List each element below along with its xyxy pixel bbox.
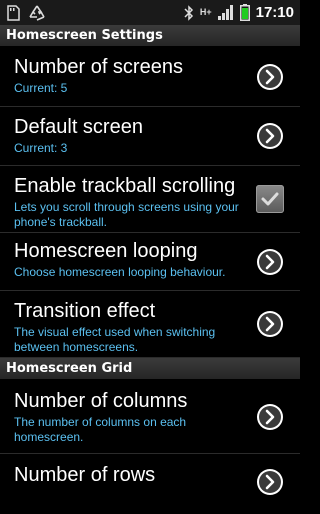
chevron-right-icon — [257, 123, 283, 149]
pref-number-of-columns[interactable]: Number of columns The number of columns … — [0, 380, 300, 454]
chevron-right-icon — [257, 248, 283, 275]
pref-transition-effect[interactable]: Transition effect The visual effect used… — [0, 291, 300, 358]
section-header-homescreen-grid: Homescreen Grid — [0, 358, 300, 380]
chevron-right-icon — [257, 403, 283, 430]
section-header-homescreen-settings: Homescreen Settings — [0, 25, 300, 47]
pref-homescreen-looping[interactable]: Homescreen looping Choose homescreen loo… — [0, 233, 300, 291]
settings-list: Homescreen Settings Number of screens Cu… — [0, 25, 300, 514]
chevron-right-icon — [257, 311, 283, 337]
chevron-right-icon — [257, 469, 283, 495]
pref-title: Number of columns — [14, 390, 188, 412]
pref-number-of-screens[interactable]: Number of screens Current: 5 — [0, 47, 300, 107]
recycle-icon — [28, 5, 46, 21]
sdcard-icon — [6, 4, 20, 21]
pref-summary: Current: 3 — [14, 141, 68, 155]
pref-default-screen[interactable]: Default screen Current: 3 — [0, 107, 300, 166]
pref-title: Number of screens — [14, 56, 183, 78]
pref-summary: Current: 5 — [14, 81, 68, 95]
pref-title: Enable trackball scrolling — [14, 175, 236, 197]
pref-title: Homescreen looping — [14, 240, 198, 262]
trackball-scrolling-checkbox[interactable] — [256, 185, 284, 213]
pref-title: Transition effect — [14, 300, 156, 322]
pref-summary: The visual effect used when switching be… — [14, 325, 216, 354]
battery-icon — [239, 4, 250, 21]
pref-summary: Lets you scroll through screens using yo… — [14, 200, 239, 229]
network-type-label: H+ — [199, 7, 212, 17]
status-bar: H+ 17:10 — [0, 0, 300, 25]
chevron-right-icon — [257, 63, 283, 90]
pref-summary: The number of columns on each homescreen… — [14, 415, 187, 444]
bluetooth-icon — [184, 4, 194, 21]
pref-title: Number of rows — [14, 464, 156, 486]
pref-enable-trackball-scrolling[interactable]: Enable trackball scrolling Lets you scro… — [0, 166, 300, 233]
signal-strength-icon — [217, 5, 234, 20]
pref-number-of-rows[interactable]: Number of rows — [0, 454, 300, 514]
checkmark-icon — [261, 192, 279, 206]
pref-summary: Choose homescreen looping behaviour. — [14, 265, 226, 279]
pref-title: Default screen — [14, 116, 143, 138]
status-time: 17:10 — [255, 4, 294, 21]
